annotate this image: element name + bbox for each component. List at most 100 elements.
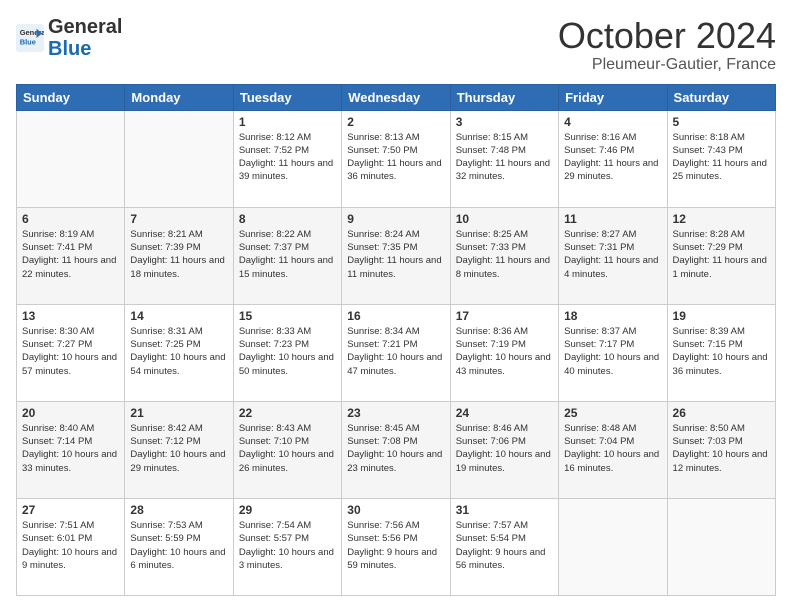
logo-line1: General (48, 16, 122, 38)
page-header: General Blue General Blue October 2024 P… (16, 16, 776, 74)
day-number: 24 (456, 406, 553, 420)
day-number: 12 (673, 212, 770, 226)
day-number: 11 (564, 212, 661, 226)
calendar-cell: 7Sunrise: 8:21 AMSunset: 7:39 PMDaylight… (125, 207, 233, 304)
day-header-thursday: Thursday (450, 84, 558, 110)
calendar-cell: 29 Sunrise: 7:54 AMSunset: 5:57 PMDayligh… (233, 498, 341, 595)
svg-text:Blue: Blue (20, 38, 36, 47)
day-info: Sunrise: 8:34 AMSunset: 7:21 PMDaylight:… (347, 325, 444, 378)
day-number: 22 (239, 406, 336, 420)
day-number: 10 (456, 212, 553, 226)
day-info: Sunrise: 8:15 AMSunset: 7:48 PMDaylight:… (456, 131, 553, 184)
day-number: 2 (347, 115, 444, 129)
calendar-cell: 31 Sunrise: 7:57 AMSunset: 5:54 PMDayligh… (450, 498, 558, 595)
calendar-cell: 2 Sunrise: 8:13 AMSunset: 7:50 PMDaylight… (342, 110, 450, 207)
day-info: Sunrise: 8:25 AMSunset: 7:33 PMDaylight:… (456, 228, 553, 281)
day-number: 1 (239, 115, 336, 129)
calendar-week-5: 27Sunrise: 7:51 AMSunset: 6:01 PMDayligh… (17, 498, 776, 595)
calendar-table: SundayMondayTuesdayWednesdayThursdayFrid… (16, 84, 776, 596)
day-number: 30 (347, 503, 444, 517)
day-header-friday: Friday (559, 84, 667, 110)
calendar-cell: 14 Sunrise: 8:31 AMSunset: 7:25 PMDayligh… (125, 304, 233, 401)
day-info: Sunrise: 8:12 AMSunset: 7:52 PMDaylight:… (239, 131, 336, 184)
day-number: 7 (130, 212, 227, 226)
day-info: Sunrise: 8:43 AMSunset: 7:10 PMDaylight:… (239, 422, 336, 475)
day-number: 17 (456, 309, 553, 323)
calendar-week-2: 6 Sunrise: 8:19 AMSunset: 7:41 PMDaylight… (17, 207, 776, 304)
calendar-cell: 11 Sunrise: 8:27 AMSunset: 7:31 PMDayligh… (559, 207, 667, 304)
day-number: 3 (456, 115, 553, 129)
calendar-cell: 10 Sunrise: 8:25 AMSunset: 7:33 PMDayligh… (450, 207, 558, 304)
calendar-cell: 6 Sunrise: 8:19 AMSunset: 7:41 PMDaylight… (17, 207, 125, 304)
day-info: Sunrise: 8:27 AMSunset: 7:31 PMDaylight:… (564, 228, 661, 281)
calendar-cell (17, 110, 125, 207)
calendar-cell: 21Sunrise: 8:42 AMSunset: 7:12 PMDayligh… (125, 401, 233, 498)
calendar-cell (125, 110, 233, 207)
day-info: Sunrise: 7:53 AMSunset: 5:59 PMDaylight:… (130, 519, 227, 572)
calendar-cell: 3 Sunrise: 8:15 AMSunset: 7:48 PMDaylight… (450, 110, 558, 207)
calendar-cell: 5 Sunrise: 8:18 AMSunset: 7:43 PMDaylight… (667, 110, 775, 207)
calendar-cell: 22 Sunrise: 8:43 AMSunset: 7:10 PMDayligh… (233, 401, 341, 498)
day-number: 19 (673, 309, 770, 323)
day-header-sunday: Sunday (17, 84, 125, 110)
day-info: Sunrise: 7:57 AMSunset: 5:54 PMDaylight:… (456, 519, 553, 572)
day-info: Sunrise: 8:19 AMSunset: 7:41 PMDaylight:… (22, 228, 119, 281)
calendar-header-row: SundayMondayTuesdayWednesdayThursdayFrid… (17, 84, 776, 110)
day-info: Sunrise: 8:13 AMSunset: 7:50 PMDaylight:… (347, 131, 444, 184)
logo: General Blue General Blue (16, 16, 122, 60)
day-info: Sunrise: 7:54 AMSunset: 5:57 PMDaylight:… (239, 519, 336, 572)
main-title: October 2024 (558, 16, 776, 56)
calendar-cell: 19 Sunrise: 8:39 AMSunset: 7:15 PMDayligh… (667, 304, 775, 401)
day-number: 18 (564, 309, 661, 323)
calendar-cell: 4Sunrise: 8:16 AMSunset: 7:46 PMDaylight… (559, 110, 667, 207)
day-info: Sunrise: 8:37 AMSunset: 7:17 PMDaylight:… (564, 325, 661, 378)
calendar-week-1: 1 Sunrise: 8:12 AMSunset: 7:52 PMDaylight… (17, 110, 776, 207)
calendar-cell: 28 Sunrise: 7:53 AMSunset: 5:59 PMDayligh… (125, 498, 233, 595)
calendar-cell: 1 Sunrise: 8:12 AMSunset: 7:52 PMDaylight… (233, 110, 341, 207)
logo-icon: General Blue (16, 24, 44, 52)
day-number: 26 (673, 406, 770, 420)
day-info: Sunrise: 8:24 AMSunset: 7:35 PMDaylight:… (347, 228, 444, 281)
title-section: October 2024 Pleumeur-Gautier, France (558, 16, 776, 74)
day-number: 28 (130, 503, 227, 517)
day-number: 23 (347, 406, 444, 420)
calendar-cell: 23Sunrise: 8:45 AMSunset: 7:08 PMDayligh… (342, 401, 450, 498)
day-number: 14 (130, 309, 227, 323)
day-info: Sunrise: 8:31 AMSunset: 7:25 PMDaylight:… (130, 325, 227, 378)
calendar-cell: 25 Sunrise: 8:48 AMSunset: 7:04 PMDayligh… (559, 401, 667, 498)
day-number: 29 (239, 503, 336, 517)
day-number: 31 (456, 503, 553, 517)
calendar-cell: 27Sunrise: 7:51 AMSunset: 6:01 PMDayligh… (17, 498, 125, 595)
day-info: Sunrise: 8:30 AMSunset: 7:27 PMDaylight:… (22, 325, 119, 378)
calendar-cell: 20Sunrise: 8:40 AMSunset: 7:14 PMDayligh… (17, 401, 125, 498)
subtitle: Pleumeur-Gautier, France (558, 56, 776, 74)
calendar-cell: 12Sunrise: 8:28 AMSunset: 7:29 PMDayligh… (667, 207, 775, 304)
calendar-cell: 15 Sunrise: 8:33 AMSunset: 7:23 PMDayligh… (233, 304, 341, 401)
day-info: Sunrise: 8:48 AMSunset: 7:04 PMDaylight:… (564, 422, 661, 475)
day-number: 15 (239, 309, 336, 323)
day-number: 25 (564, 406, 661, 420)
calendar-week-4: 20Sunrise: 8:40 AMSunset: 7:14 PMDayligh… (17, 401, 776, 498)
day-info: Sunrise: 8:50 AMSunset: 7:03 PMDaylight:… (673, 422, 770, 475)
logo-line2: Blue (48, 38, 122, 60)
day-number: 6 (22, 212, 119, 226)
day-number: 13 (22, 309, 119, 323)
day-number: 16 (347, 309, 444, 323)
day-info: Sunrise: 8:42 AMSunset: 7:12 PMDaylight:… (130, 422, 227, 475)
calendar-cell: 17 Sunrise: 8:36 AMSunset: 7:19 PMDayligh… (450, 304, 558, 401)
day-info: Sunrise: 8:33 AMSunset: 7:23 PMDaylight:… (239, 325, 336, 378)
day-header-tuesday: Tuesday (233, 84, 341, 110)
day-info: Sunrise: 8:36 AMSunset: 7:19 PMDaylight:… (456, 325, 553, 378)
calendar-cell: 30Sunrise: 7:56 AMSunset: 5:56 PMDayligh… (342, 498, 450, 595)
calendar-cell: 8Sunrise: 8:22 AMSunset: 7:37 PMDaylight… (233, 207, 341, 304)
calendar-cell (667, 498, 775, 595)
day-number: 8 (239, 212, 336, 226)
calendar-cell (559, 498, 667, 595)
calendar-cell: 18 Sunrise: 8:37 AMSunset: 7:17 PMDayligh… (559, 304, 667, 401)
day-info: Sunrise: 8:39 AMSunset: 7:15 PMDaylight:… (673, 325, 770, 378)
day-info: Sunrise: 8:18 AMSunset: 7:43 PMDaylight:… (673, 131, 770, 184)
calendar-cell: 16 Sunrise: 8:34 AMSunset: 7:21 PMDayligh… (342, 304, 450, 401)
day-number: 5 (673, 115, 770, 129)
calendar-cell: 13 Sunrise: 8:30 AMSunset: 7:27 PMDayligh… (17, 304, 125, 401)
day-header-wednesday: Wednesday (342, 84, 450, 110)
